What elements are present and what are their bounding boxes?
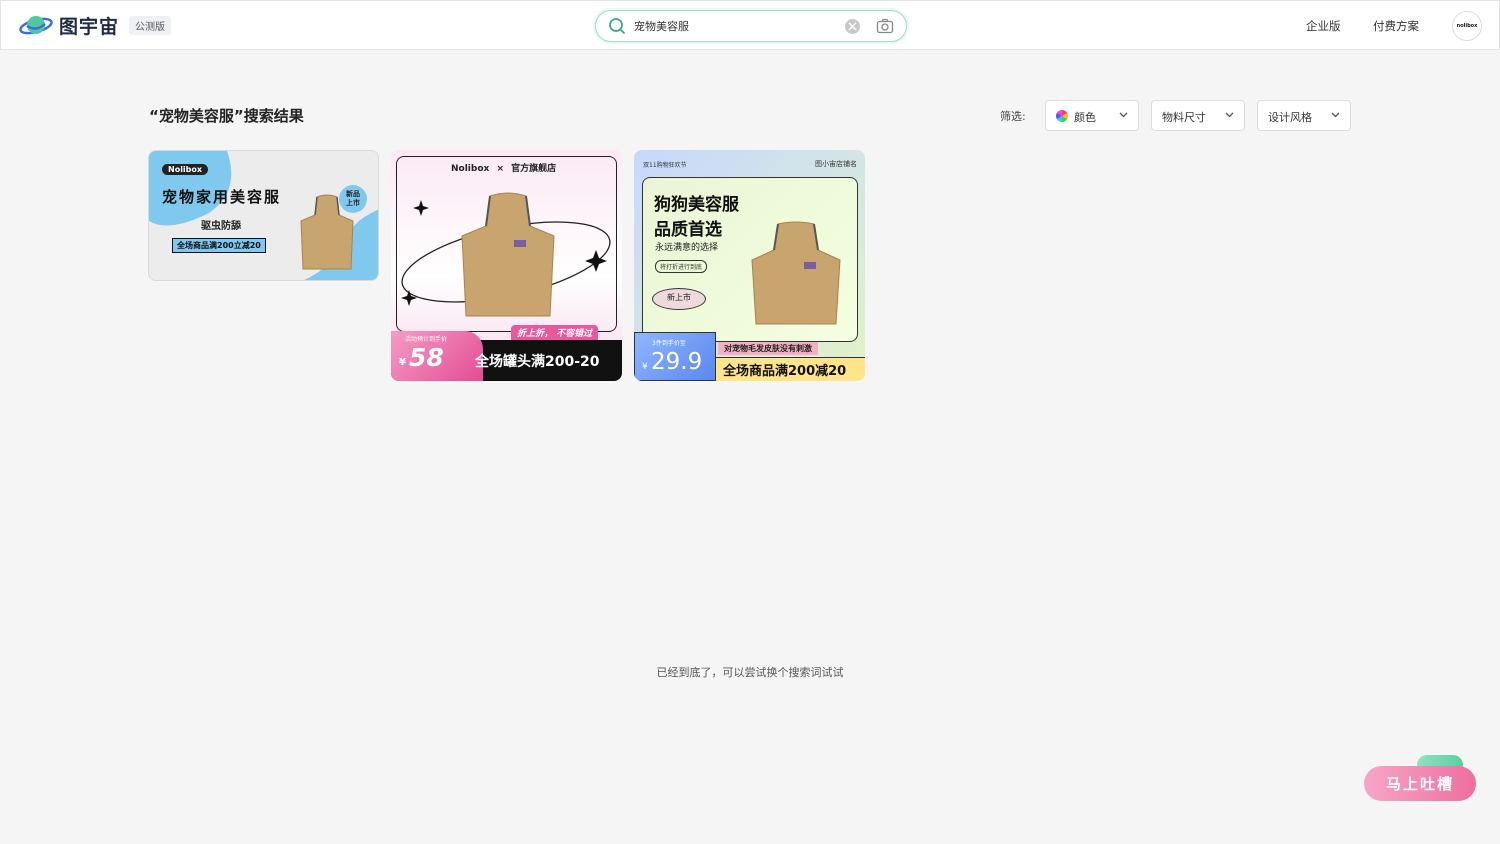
shop-name: 图小宙店铺名 bbox=[815, 160, 857, 168]
search-bar bbox=[595, 10, 907, 42]
top-header: 图宇宙 公测版 企业版 付费方案 nolibox bbox=[0, 0, 1500, 50]
size-filter-dropdown[interactable]: 物料尺寸 bbox=[1151, 100, 1245, 131]
result-card-1[interactable]: Nolibox 宠物家用美容服 驱虫防舔 全场商品满200立减20 新品 上市 bbox=[148, 150, 379, 281]
feedback-label: 马上吐槽 bbox=[1385, 775, 1454, 793]
slogan-banner: 折上折， 不容错过 bbox=[511, 325, 599, 340]
style-filter-dropdown[interactable]: 设计风格 bbox=[1257, 100, 1351, 131]
cross-mark: × bbox=[496, 164, 505, 174]
price-tag: 活动预计到手价 ¥ 58 bbox=[391, 331, 483, 381]
nav-enterprise-link[interactable]: 企业版 bbox=[1306, 18, 1341, 34]
card-promo: 全场罐头满200-20 bbox=[475, 354, 600, 370]
brand-row: Nolibox × 官方旗舰店 bbox=[451, 161, 556, 174]
feedback-button[interactable]: 马上吐槽 bbox=[1364, 766, 1476, 801]
clear-search-button[interactable] bbox=[845, 19, 860, 34]
price-value: 29.9 bbox=[651, 349, 703, 375]
style-filter-label: 设计风格 bbox=[1268, 111, 1312, 124]
end-of-results-message: 已经到底了，可以尝试换个搜索词试试 bbox=[656, 666, 844, 679]
beta-badge: 公测版 bbox=[129, 16, 172, 35]
price-caption: 3件到手价至 bbox=[652, 340, 686, 347]
color-filter-dropdown[interactable]: 颜色 bbox=[1045, 100, 1139, 131]
notice-banner: 对宠物毛发皮肤没有刺激 bbox=[718, 342, 818, 355]
price-value: 58 bbox=[409, 343, 444, 372]
chevron-down-icon bbox=[1119, 112, 1128, 118]
color-wheel-icon bbox=[1056, 110, 1068, 122]
event-label: 双11购物狂欢节 bbox=[643, 162, 687, 169]
size-filter-label: 物料尺寸 bbox=[1162, 111, 1206, 124]
chevron-down-icon bbox=[1331, 112, 1340, 118]
filter-label: 筛选: bbox=[1000, 110, 1026, 123]
color-filter-label: 颜色 bbox=[1074, 111, 1096, 124]
apron-image bbox=[751, 221, 841, 325]
search-icon bbox=[609, 18, 625, 34]
store-label: 官方旗舰店 bbox=[511, 164, 557, 174]
search-input[interactable] bbox=[634, 16, 834, 36]
currency-symbol: ¥ bbox=[399, 357, 406, 368]
logo[interactable]: 图宇宙 公测版 bbox=[19, 12, 172, 39]
price-caption: 活动预计到手价 bbox=[405, 336, 448, 343]
card-headline-2: 品质首选 bbox=[654, 220, 722, 240]
result-card-2[interactable]: Nolibox × 官方旗舰店 折上折， 不容错过 活动预计到手价 ¥ 58 全… bbox=[391, 150, 622, 381]
brand-logo: Nolibox bbox=[451, 164, 490, 174]
card-subline: 永远满意的选择 bbox=[655, 243, 719, 253]
chevron-down-icon bbox=[1225, 112, 1234, 118]
avatar-text: nolibox bbox=[1456, 23, 1478, 29]
brand-logo: Nolibox bbox=[162, 164, 209, 175]
discount-tag: 将打折进行到底 bbox=[655, 260, 708, 273]
apron-image bbox=[461, 192, 555, 317]
results-title: “宠物美容服”搜索结果 bbox=[149, 107, 304, 125]
result-card-3[interactable]: 双11购物狂欢节 图小宙店铺名 狗狗美容服 品质首选 永远满意的选择 将打折进行… bbox=[634, 150, 865, 381]
logo-text: 图宇宙 bbox=[59, 16, 120, 38]
nav-pricing-link[interactable]: 付费方案 bbox=[1373, 18, 1419, 34]
new-tag: 新上市 bbox=[667, 293, 691, 302]
close-icon bbox=[848, 22, 857, 31]
planet-logo-icon bbox=[19, 15, 53, 34]
card-headline: 宠物家用美容服 bbox=[162, 188, 282, 206]
card-subline: 驱虫防舔 bbox=[201, 221, 241, 232]
card-promo: 全场商品满200减20 bbox=[723, 364, 847, 379]
apron-image bbox=[300, 194, 354, 270]
card-headline-1: 狗狗美容服 bbox=[654, 195, 739, 215]
card-promo: 全场商品满200立减20 bbox=[172, 238, 266, 253]
price-tag: 3件到手价至 ¥ 29.9 bbox=[634, 332, 716, 381]
camera-icon[interactable] bbox=[876, 18, 894, 34]
user-avatar[interactable]: nolibox bbox=[1452, 11, 1482, 41]
currency-symbol: ¥ bbox=[642, 362, 648, 372]
